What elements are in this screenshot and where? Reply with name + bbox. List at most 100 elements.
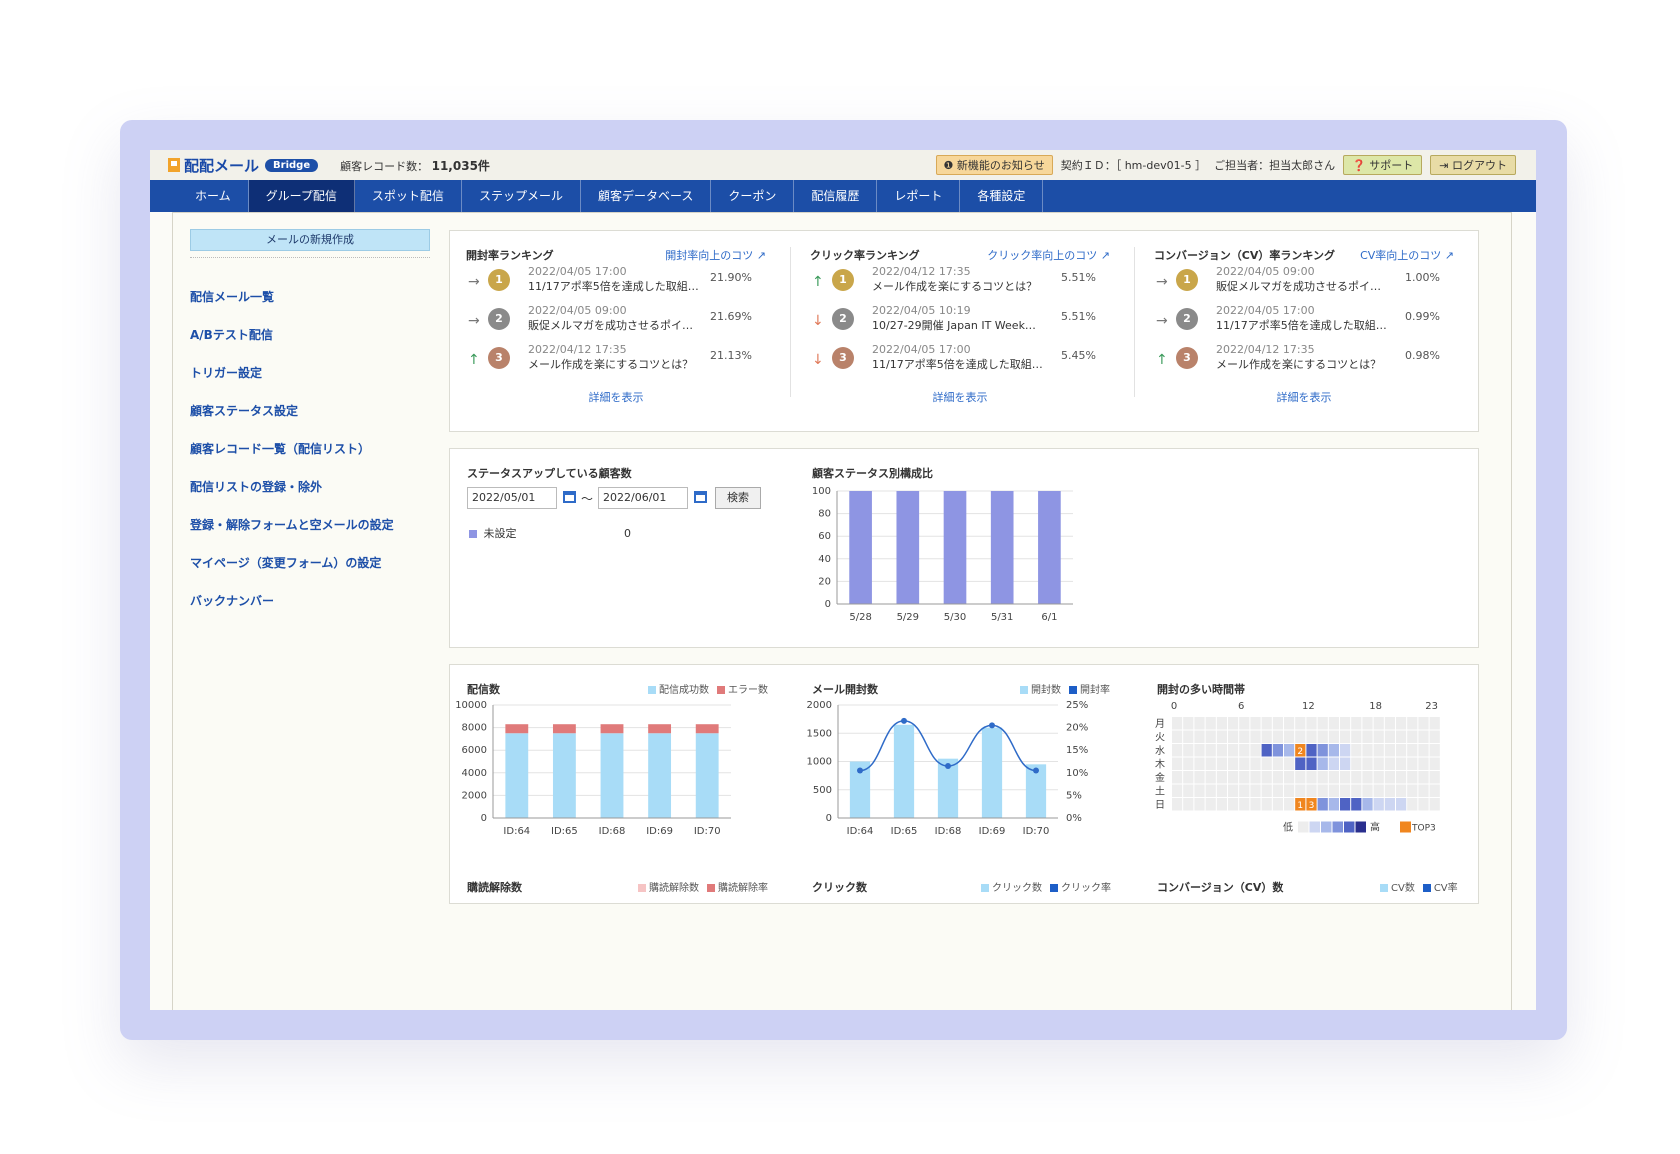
date-from-input[interactable]: 2022/05/01 [467,487,557,509]
ranking-row[interactable]: → 1 2022/04/05 17:00 11/17アポ率5倍を達成した取組… 21.9… [466,264,766,302]
record-value: 11,035件 [431,158,490,173]
ranking-row[interactable]: ↓ 3 2022/04/05 17:00 11/17アポ率5倍を達成した取組… 5.45… [810,342,1110,380]
ranking-header: クリック率ランキング クリック率向上のコツ ↗ [810,247,1110,263]
ranking-detail-link[interactable]: 詳細を表示 [810,389,1110,405]
bar [896,491,920,604]
header-right: ❶ 新機能のお知らせ 契約ＩＤ：［ hm-dev01-5 ］ ご担当者：担当太郎… [935,155,1516,175]
heatmap-cell [1351,744,1362,757]
nav-report[interactable]: レポート [877,180,961,212]
day-label: 日 [1155,800,1165,811]
sidebar-item-list-register[interactable]: 配信リストの登録・除外 [190,478,430,496]
ranking-detail-link[interactable]: 詳細を表示 [1154,389,1454,405]
legend-top3-swatch [1400,821,1411,833]
ranking-tip-link[interactable]: CV率向上のコツ ↗ [1360,247,1454,263]
ranking-row[interactable]: → 2 2022/04/05 09:00 販促メルマガを成功させるポイン… 21.69% [466,303,766,341]
heatmap-cell-active [1317,757,1328,770]
nav-group-delivery[interactable]: グループ配信 [248,180,355,212]
ranking-tip-label: クリック率向上のコツ [987,249,1098,262]
heatmap-cell [1194,771,1205,784]
nav-step-mail[interactable]: ステップメール [462,180,581,212]
bar [552,724,576,734]
y-tick-label: 2000 [807,700,832,711]
heatmap-cell [1239,771,1250,784]
heatmap-cell [1239,757,1250,770]
logout-button[interactable]: ⇥ ログアウト [1430,155,1516,175]
nav-history[interactable]: 配信履歴 [794,180,878,212]
heatmap-cell [1205,771,1216,784]
ranking-row[interactable]: ↑ 1 2022/04/12 17:35 メール作成を楽にするコツとは？ 5.51% [810,264,1110,302]
bar [552,733,576,818]
legend-shade [1332,821,1343,833]
open-title: メール開封数 [812,683,878,696]
heatmap-cell [1373,744,1384,757]
nav-home[interactable]: ホーム [178,180,249,212]
legend-item: クリック数 [981,879,1042,894]
legend-item: 開封数 [1020,681,1061,696]
legend-item: 配信成功数 [648,681,709,696]
bar [981,727,1003,818]
ranking-row[interactable]: ↓ 2 2022/04/05 10:19 10/27-29開催 Japan IT We… [810,303,1110,341]
heatmap-cell [1261,771,1272,784]
nav-customer-db[interactable]: 顧客データベース [581,180,712,212]
ranking-divider [790,247,791,397]
bar [505,724,529,734]
ranking-tip-link[interactable]: クリック率向上のコツ ↗ [987,247,1110,263]
nav-settings[interactable]: 各種設定 [960,180,1044,212]
sidebar-item-trigger[interactable]: トリガー設定 [190,364,430,382]
sidebar-item-status[interactable]: 顧客ステータス設定 [190,402,430,420]
news-button[interactable]: ❶ 新機能のお知らせ [935,155,1053,175]
ranking-row[interactable]: ↑ 3 2022/04/12 17:35 メール作成を楽にするコツとは？ 0.98% [1154,342,1454,380]
sidebar-item-ab-test[interactable]: A/Bテスト配信 [190,326,430,344]
ranking-tip-link[interactable]: 開封率向上のコツ ↗ [665,247,766,263]
sidebar-item-records[interactable]: 顧客レコード一覧（配信リスト） [190,440,430,458]
ranking-row[interactable]: ↑ 3 2022/04/12 17:35 メール作成を楽にするコツとは？ 21.13% [466,342,766,380]
hour-tick-label: 0 [1171,701,1177,712]
bar [600,724,624,734]
legend-swatch [1020,686,1028,694]
x-tick-label: ID:64 [847,826,874,837]
app-window: 配配メール Bridge 顧客レコード数： 11,035件 ❶ 新機能のお知らせ… [150,150,1536,1010]
heatmap-cell [1396,730,1407,743]
heatmap-cell [1362,717,1373,730]
support-button[interactable]: ❓ サポート [1343,155,1423,175]
heatmap-cell [1351,784,1362,797]
external-link-icon: ↗ [1444,249,1454,262]
heatmap-cell [1384,717,1395,730]
day-label: 木 [1155,759,1165,771]
date-to-input[interactable]: 2022/06/01 [598,487,688,509]
heatmap-cell [1205,757,1216,770]
ranking-date: 2022/04/12 17:35 [528,343,627,356]
heatmap-cell [1328,784,1339,797]
calendar-icon[interactable] [563,491,576,503]
legend-item: CV率 [1422,879,1458,894]
nav-coupon[interactable]: クーポン [711,180,795,212]
sidebar-item-forms[interactable]: 登録・解除フォームと空メールの設定 [190,516,430,534]
ranking-subject: メール作成を楽にするコツとは？ [1216,358,1382,371]
sidebar-item-mypage[interactable]: マイページ（変更フォーム）の設定 [190,554,430,572]
status-up-title: ステータスアップしている顧客数 [467,467,632,480]
new-mail-button[interactable]: メールの新規作成 [190,229,430,251]
calendar-icon[interactable] [694,491,707,503]
heatmap-cell [1250,744,1261,757]
ranking-date: 2022/04/05 10:19 [872,304,971,317]
ranking-detail-link[interactable]: 詳細を表示 [466,389,766,405]
rank-medal: 3 [488,347,510,369]
heatmap-cell [1340,784,1351,797]
heatmap-cell [1239,717,1250,730]
heatmap-cell [1183,798,1194,811]
y-tick-label: 0 [825,599,831,610]
search-button[interactable]: 検索 [715,487,761,509]
nav-spot-delivery[interactable]: スポット配信 [355,180,462,212]
heatmap-cell [1384,744,1395,757]
ranking-column: コンバージョン（CV）率ランキング CV率向上のコツ ↗ → 1 2022/04/05 … [1154,247,1454,380]
app-logo[interactable]: 配配メール Bridge [168,155,319,176]
heatmap-cell [1317,784,1328,797]
y-tick-label: 20 [818,576,831,587]
x-tick-label: ID:69 [979,826,1006,837]
sidebar-item-backnumber[interactable]: バックナンバー [190,592,430,610]
heatmap-cell [1261,757,1272,770]
heatmap-cell [1418,717,1429,730]
ranking-row[interactable]: → 2 2022/04/05 17:00 11/17アポ率5倍を達成した取組… 0.99… [1154,303,1454,341]
sidebar-item-mail-list[interactable]: 配信メール一覧 [190,288,430,306]
ranking-row[interactable]: → 1 2022/04/05 09:00 販促メルマガを成功させるポイン… 1.00% [1154,264,1454,302]
